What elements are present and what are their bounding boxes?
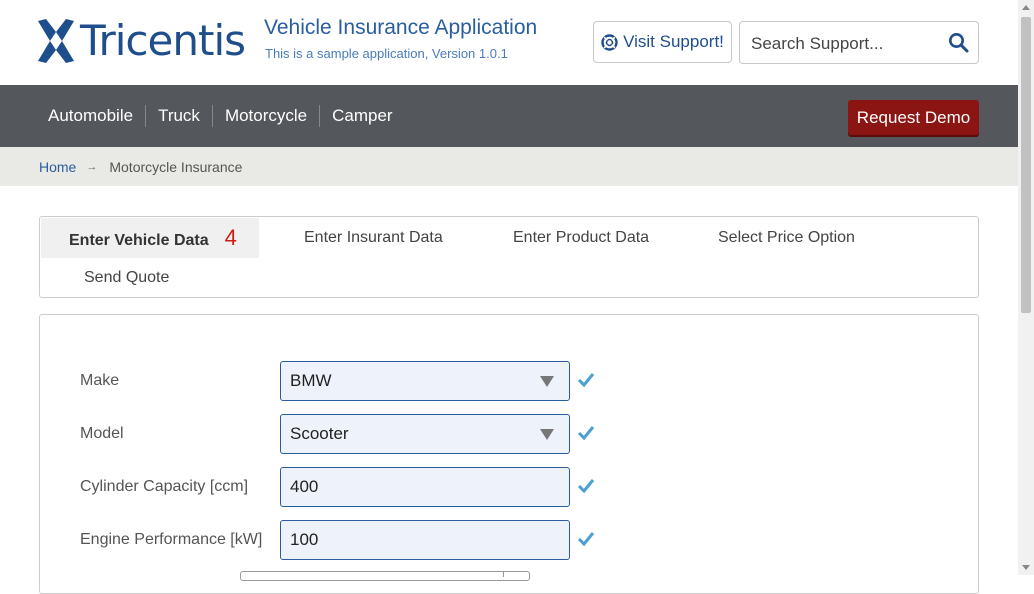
- tricentis-logo-icon: [38, 19, 74, 63]
- checkmark-icon: [577, 532, 595, 547]
- request-demo-button[interactable]: Request Demo: [848, 100, 979, 135]
- breadcrumb-home[interactable]: Home: [39, 159, 76, 175]
- model-select[interactable]: Scooter: [280, 414, 570, 454]
- arrow-right-icon: →: [86, 160, 98, 173]
- page-scrollbar[interactable]: [1018, 0, 1034, 575]
- checkmark-icon: [577, 426, 595, 441]
- header: Tricentis Vehicle Insurance Application …: [0, 0, 1018, 85]
- lifebuoy-icon: [601, 33, 618, 51]
- breadcrumb: Home → Motorcycle Insurance: [0, 147, 1018, 186]
- nav-automobile[interactable]: Automobile: [36, 105, 147, 127]
- scroll-down-icon[interactable]: [1022, 565, 1030, 570]
- tab-count-badge: 4: [224, 225, 237, 250]
- vehicle-data-form: Make BMW Model Scooter Cylinder Capacity…: [39, 314, 979, 594]
- search-input[interactable]: [749, 33, 943, 55]
- checkmark-icon: [577, 479, 595, 494]
- nav-camper[interactable]: Camper: [320, 105, 404, 127]
- wizard-tabs: Enter Vehicle Data 4 Enter Insurant Data …: [39, 216, 979, 298]
- tab-label: Enter Vehicle Data: [69, 232, 209, 249]
- search-box: [739, 21, 979, 64]
- checkmark-icon: [577, 373, 595, 388]
- tab-enter-product-data[interactable]: Enter Product Data: [513, 218, 649, 258]
- cylinder-capacity-input[interactable]: 400: [280, 467, 570, 507]
- date-field-partial[interactable]: [240, 571, 530, 581]
- engine-performance-input[interactable]: 100: [280, 520, 570, 560]
- logo-text: Tricentis: [80, 16, 246, 65]
- form-row-engine: Engine Performance [kW] 100: [40, 520, 980, 560]
- app-title: Vehicle Insurance Application: [264, 16, 538, 39]
- tab-enter-vehicle-data[interactable]: Enter Vehicle Data 4: [41, 218, 259, 258]
- nav-motorcycle[interactable]: Motorcycle: [213, 105, 321, 127]
- form-row-cylinder: Cylinder Capacity [ccm] 400: [40, 467, 980, 507]
- tab-select-price-option[interactable]: Select Price Option: [718, 218, 855, 258]
- model-value: Scooter: [290, 424, 349, 443]
- field-divider: [503, 571, 504, 577]
- tab-send-quote[interactable]: Send Quote: [84, 258, 169, 298]
- search-icon[interactable]: [948, 32, 969, 53]
- nav-truck[interactable]: Truck: [146, 105, 213, 127]
- tab-enter-insurant-data[interactable]: Enter Insurant Data: [304, 218, 443, 258]
- app-subtitle: This is a sample application, Version 1.…: [265, 46, 508, 61]
- breadcrumb-current: Motorcycle Insurance: [109, 158, 243, 175]
- form-row-model: Model Scooter: [40, 414, 980, 454]
- cylinder-capacity-label: Cylinder Capacity [ccm]: [80, 478, 249, 495]
- make-label: Make: [80, 372, 120, 389]
- form-row-make: Make BMW: [40, 361, 980, 401]
- model-label: Model: [80, 425, 124, 442]
- make-select[interactable]: BMW: [280, 361, 570, 401]
- engine-performance-label: Engine Performance [kW]: [80, 531, 263, 548]
- chevron-down-icon: [540, 376, 554, 387]
- main-nav: Automobile Truck Motorcycle Camper Reque…: [0, 85, 1018, 147]
- visit-support-label: Visit Support!: [623, 32, 724, 51]
- scroll-up-icon[interactable]: [1022, 5, 1030, 10]
- make-value: BMW: [290, 371, 332, 390]
- scrollbar-thumb[interactable]: [1021, 17, 1031, 313]
- visit-support-button[interactable]: Visit Support!: [593, 21, 732, 63]
- tricentis-logo[interactable]: Tricentis: [38, 16, 246, 66]
- chevron-down-icon: [540, 429, 554, 440]
